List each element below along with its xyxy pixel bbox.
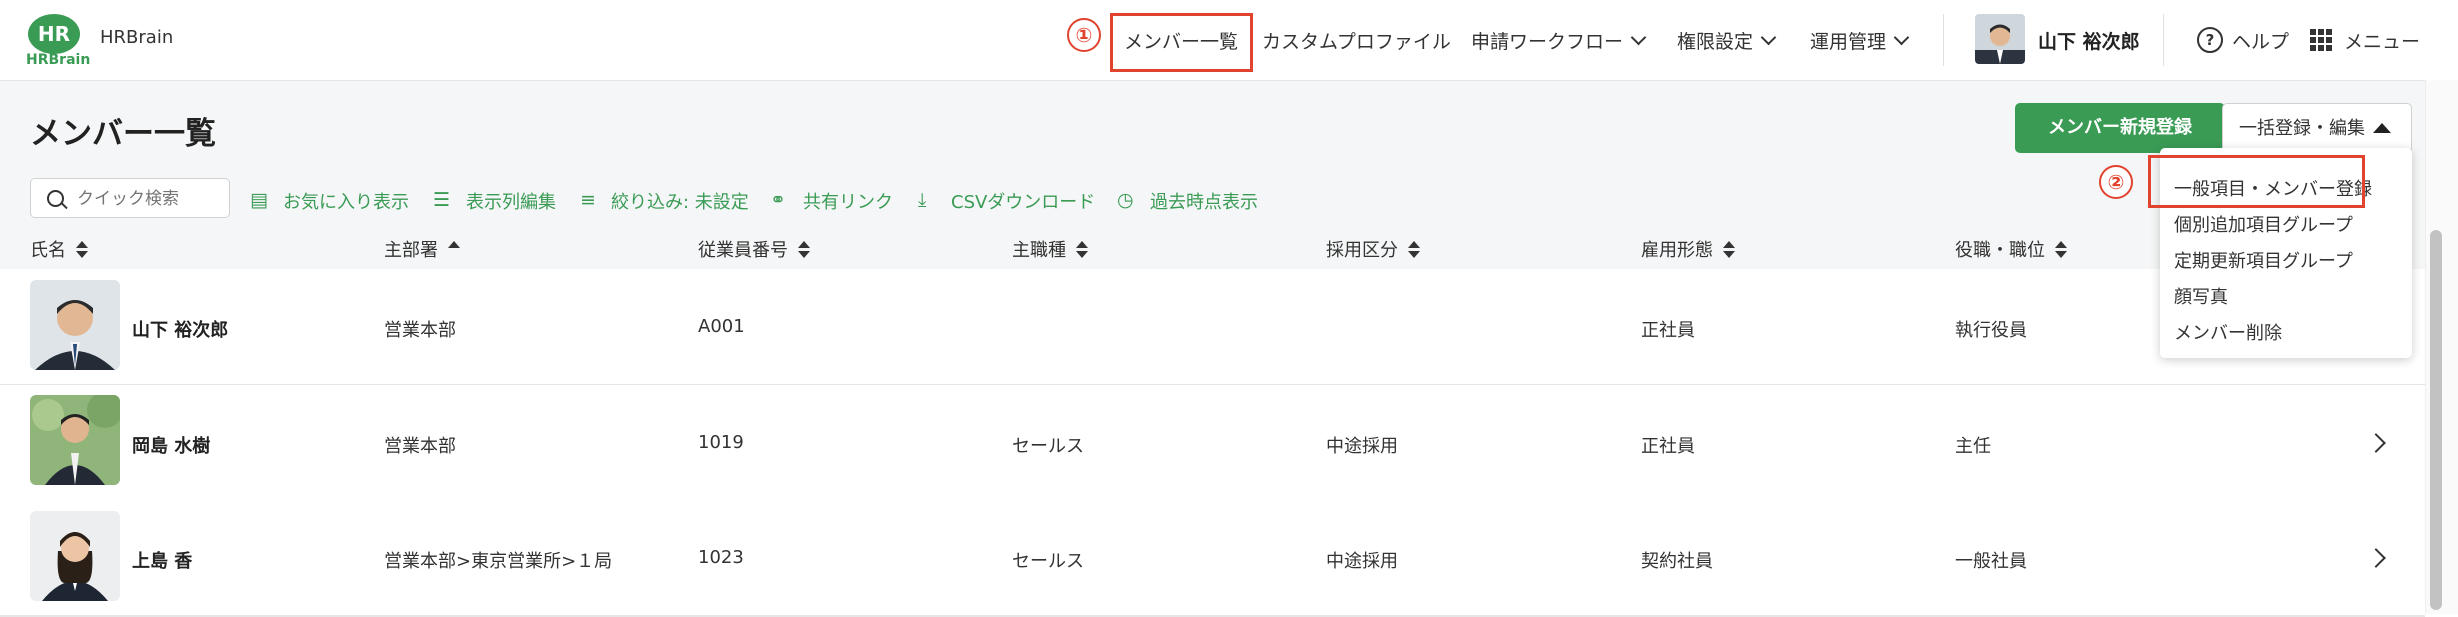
annotation-highlight-1 <box>1110 13 1253 72</box>
member-employment: 契約社員 <box>1641 551 1713 572</box>
column-label: 主部署 <box>384 240 438 261</box>
column-header-name[interactable]: 氏名 <box>30 236 88 262</box>
column-header-position[interactable]: 役職・職位 <box>1955 236 2067 262</box>
sort-icon <box>76 241 88 259</box>
sort-icon <box>1408 241 1420 259</box>
nav-workflow[interactable]: 申請ワークフロー <box>1471 27 1647 54</box>
column-header-hiring[interactable]: 採用区分 <box>1326 236 1420 262</box>
member-job-type: セールス <box>1012 551 1084 572</box>
member-employee-no: 1019 <box>698 432 744 453</box>
list-icon: ▤ <box>250 189 268 211</box>
search-icon <box>47 190 64 207</box>
quick-search[interactable] <box>30 178 230 218</box>
help-link[interactable]: ヘルプ <box>2232 27 2289 54</box>
dropdown-item-photos[interactable]: 顔写真 <box>2174 283 2228 309</box>
member-department: 営業本部>東京営業所>１局 <box>384 551 613 572</box>
share-link-button[interactable]: 共有リンク <box>803 188 893 214</box>
dropdown-item-delete-members[interactable]: メンバー削除 <box>2174 319 2282 345</box>
app-name: HRBrain <box>100 27 174 48</box>
edit-columns-button[interactable]: 表示列編集 <box>466 188 556 214</box>
annotation-step-1: ① <box>1067 18 1101 52</box>
member-position: 執行役員 <box>1955 320 2027 341</box>
column-label: 雇用形態 <box>1641 240 1713 261</box>
member-employee-no: A001 <box>698 316 745 337</box>
member-position: 主任 <box>1955 436 1991 457</box>
filter-icon: ≡ <box>580 189 596 211</box>
bulk-edit-button[interactable]: 一括登録・編集 <box>2222 103 2412 153</box>
logo-subtext: HRBrain <box>26 52 91 68</box>
member-employment: 正社員 <box>1641 320 1695 341</box>
column-header-department[interactable]: 主部署 <box>384 236 460 262</box>
column-label: 氏名 <box>30 240 66 261</box>
nav-workflow-label: 申請ワークフロー <box>1471 31 1624 53</box>
column-header-job-type[interactable]: 主職種 <box>1012 236 1088 262</box>
member-photo <box>30 511 120 601</box>
search-input[interactable] <box>75 185 224 213</box>
member-photo <box>30 280 120 370</box>
grid-menu-icon[interactable] <box>2310 29 2332 51</box>
member-name[interactable]: 上島 香 <box>132 547 192 573</box>
column-header-employment[interactable]: 雇用形態 <box>1641 236 1735 262</box>
column-header-employee-no[interactable]: 従業員番号 <box>698 236 810 262</box>
member-photo <box>30 395 120 485</box>
annotation-step-2: ② <box>2099 165 2133 199</box>
member-department: 営業本部 <box>384 436 456 457</box>
dropdown-item-periodic-groups[interactable]: 定期更新項目グループ <box>2174 247 2353 273</box>
user-name[interactable]: 山下 裕次郎 <box>2038 27 2140 54</box>
nav-divider <box>2163 14 2164 66</box>
member-name[interactable]: 山下 裕次郎 <box>132 316 228 342</box>
column-label: 役職・職位 <box>1955 240 2045 261</box>
chevron-down-icon <box>1760 29 1777 46</box>
nav-custom-profile[interactable]: カスタムプロファイル <box>1262 27 1451 54</box>
table-row[interactable] <box>0 385 2425 502</box>
column-label: 従業員番号 <box>698 240 788 261</box>
past-view-button[interactable]: 過去時点表示 <box>1150 188 1258 214</box>
sort-icon <box>1723 241 1735 259</box>
member-department: 営業本部 <box>384 320 456 341</box>
filter-button[interactable]: 絞り込み: 未設定 <box>611 188 749 214</box>
sort-icon <box>1076 241 1088 259</box>
table-row[interactable] <box>0 269 2425 386</box>
nav-operations[interactable]: 運用管理 <box>1810 27 1910 54</box>
chevron-down-icon <box>1893 29 1910 46</box>
download-icon: ⤓ <box>918 189 927 211</box>
nav-divider <box>1943 14 1944 66</box>
csv-download-button[interactable]: CSVダウンロード <box>951 188 1095 214</box>
nav-permissions[interactable]: 権限設定 <box>1677 27 1777 54</box>
caret-up-icon <box>2373 123 2391 133</box>
dropdown-item-additional-groups[interactable]: 個別追加項目グループ <box>2174 211 2353 237</box>
page-title: メンバー一覧 <box>30 116 216 152</box>
table-row[interactable] <box>0 500 2425 617</box>
bulk-edit-label: 一括登録・編集 <box>2239 118 2365 139</box>
help-icon[interactable]: ? <box>2197 27 2223 53</box>
member-employee-no: 1023 <box>698 547 744 568</box>
new-member-button[interactable]: メンバー新規登録 <box>2015 103 2225 153</box>
chevron-down-icon <box>1630 29 1647 46</box>
column-label: 採用区分 <box>1326 240 1398 261</box>
member-hiring: 中途採用 <box>1326 436 1398 457</box>
member-employment: 正社員 <box>1641 436 1695 457</box>
menu-link[interactable]: メニュー <box>2344 27 2420 54</box>
sort-icon <box>798 241 810 259</box>
checklist-icon: ☰ <box>433 189 451 211</box>
sort-asc-icon <box>448 241 460 259</box>
member-hiring: 中途採用 <box>1326 551 1398 572</box>
member-name[interactable]: 岡島 水樹 <box>132 432 210 458</box>
column-label: 主職種 <box>1012 240 1066 261</box>
nav-operations-label: 運用管理 <box>1810 31 1887 53</box>
sort-icon <box>2055 241 2067 259</box>
hrbrain-logo[interactable]: HR <box>28 14 80 54</box>
scrollbar-thumb[interactable] <box>2430 230 2442 610</box>
user-avatar[interactable] <box>1975 14 2025 64</box>
clock-icon: ◷ <box>1117 189 1134 211</box>
member-position: 一般社員 <box>1955 551 2027 572</box>
favorites-button[interactable]: お気に入り表示 <box>283 188 409 214</box>
member-job-type: セールス <box>1012 436 1084 457</box>
share-icon: ⚭ <box>770 189 786 211</box>
nav-permissions-label: 権限設定 <box>1677 31 1754 53</box>
annotation-highlight-2 <box>2148 155 2365 208</box>
